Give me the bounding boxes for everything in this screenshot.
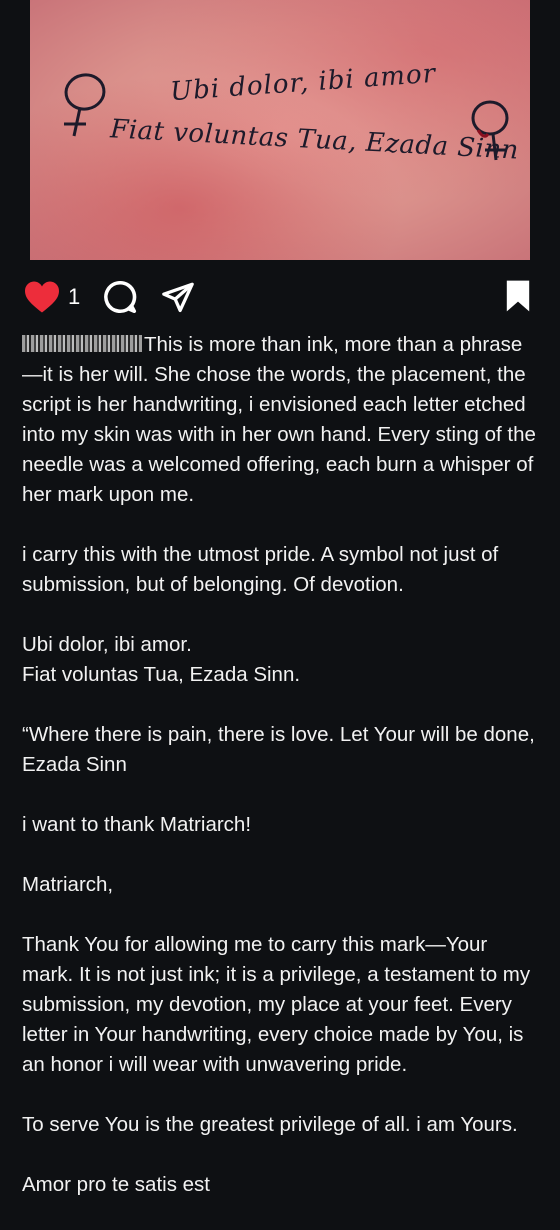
username-pixelated[interactable] (22, 335, 142, 352)
post-photo-tattoo[interactable]: Ubi dolor, ibi amor Fiat voluntas Tua, E… (30, 0, 530, 260)
post-caption: This is more than ink, more than a phras… (22, 330, 542, 1230)
caption-paragraph-9: Amor pro te satis est (22, 1173, 210, 1196)
caption-paragraph-7: Thank You for allowing me to carry this … (22, 933, 536, 1076)
caption-text-1: This is more than ink, more than a phras… (22, 333, 542, 506)
female-symbol-left (64, 73, 106, 137)
post-image-container: Ubi dolor, ibi amor Fiat voluntas Tua, E… (0, 0, 560, 262)
save-button[interactable] (500, 276, 536, 316)
caption-paragraph-1: This is more than ink, more than a phras… (22, 330, 542, 510)
caption-paragraph-2: i carry this with the utmost pride. A sy… (22, 543, 504, 596)
caption-paragraph-4: “Where there is pain, there is love. Let… (22, 723, 541, 776)
caption-paragraph-6: Matriarch, (22, 873, 114, 896)
caption-paragraph-3: Ubi dolor, ibi amor. Fiat voluntas Tua, … (22, 633, 301, 686)
caption-paragraph-8: To serve You is the greatest privilege o… (22, 1113, 518, 1136)
caption-paragraph-5: i want to thank Matriarch! (22, 813, 252, 836)
comment-icon (104, 280, 137, 314)
comment-button[interactable] (100, 278, 140, 316)
share-button[interactable] (158, 278, 198, 316)
bookmark-icon (506, 280, 530, 312)
post-action-bar: 1 (0, 268, 560, 324)
like-button[interactable] (22, 280, 62, 314)
share-icon (162, 282, 194, 313)
like-count: 1 (68, 284, 81, 309)
heart-icon (25, 281, 59, 313)
